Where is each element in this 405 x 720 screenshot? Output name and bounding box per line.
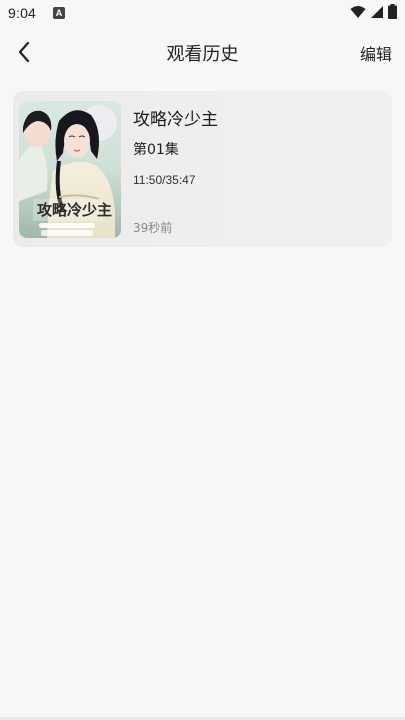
poster-title-text: 攻略冷少主 (37, 201, 112, 219)
edit-button[interactable]: 编辑 (360, 41, 392, 65)
wifi-icon (350, 4, 366, 23)
page-title: 观看历史 (166, 44, 239, 65)
episode-label: 第01集 (133, 142, 179, 158)
battery-icon (388, 3, 397, 23)
signal-icon (370, 4, 384, 23)
history-item[interactable]: 攻略冷少主 攻略冷少主 第01集 11:50/35:47 39秒前 (13, 91, 392, 247)
last-watched-time: 39秒前 (133, 221, 173, 235)
drama-title: 攻略冷少主 (133, 110, 218, 130)
status-time: 9:04 (8, 5, 37, 21)
status-icons (350, 3, 397, 23)
app-notification-icon: A (53, 7, 65, 19)
watch-progress: 11:50/35:47 (133, 173, 196, 187)
drama-poster-image[interactable]: 攻略冷少主 (19, 101, 121, 238)
header: 观看历史 编辑 (0, 26, 405, 78)
status-bar: 9:04 A (0, 0, 405, 26)
history-list: 攻略冷少主 攻略冷少主 第01集 11:50/35:47 39秒前 (13, 91, 392, 247)
